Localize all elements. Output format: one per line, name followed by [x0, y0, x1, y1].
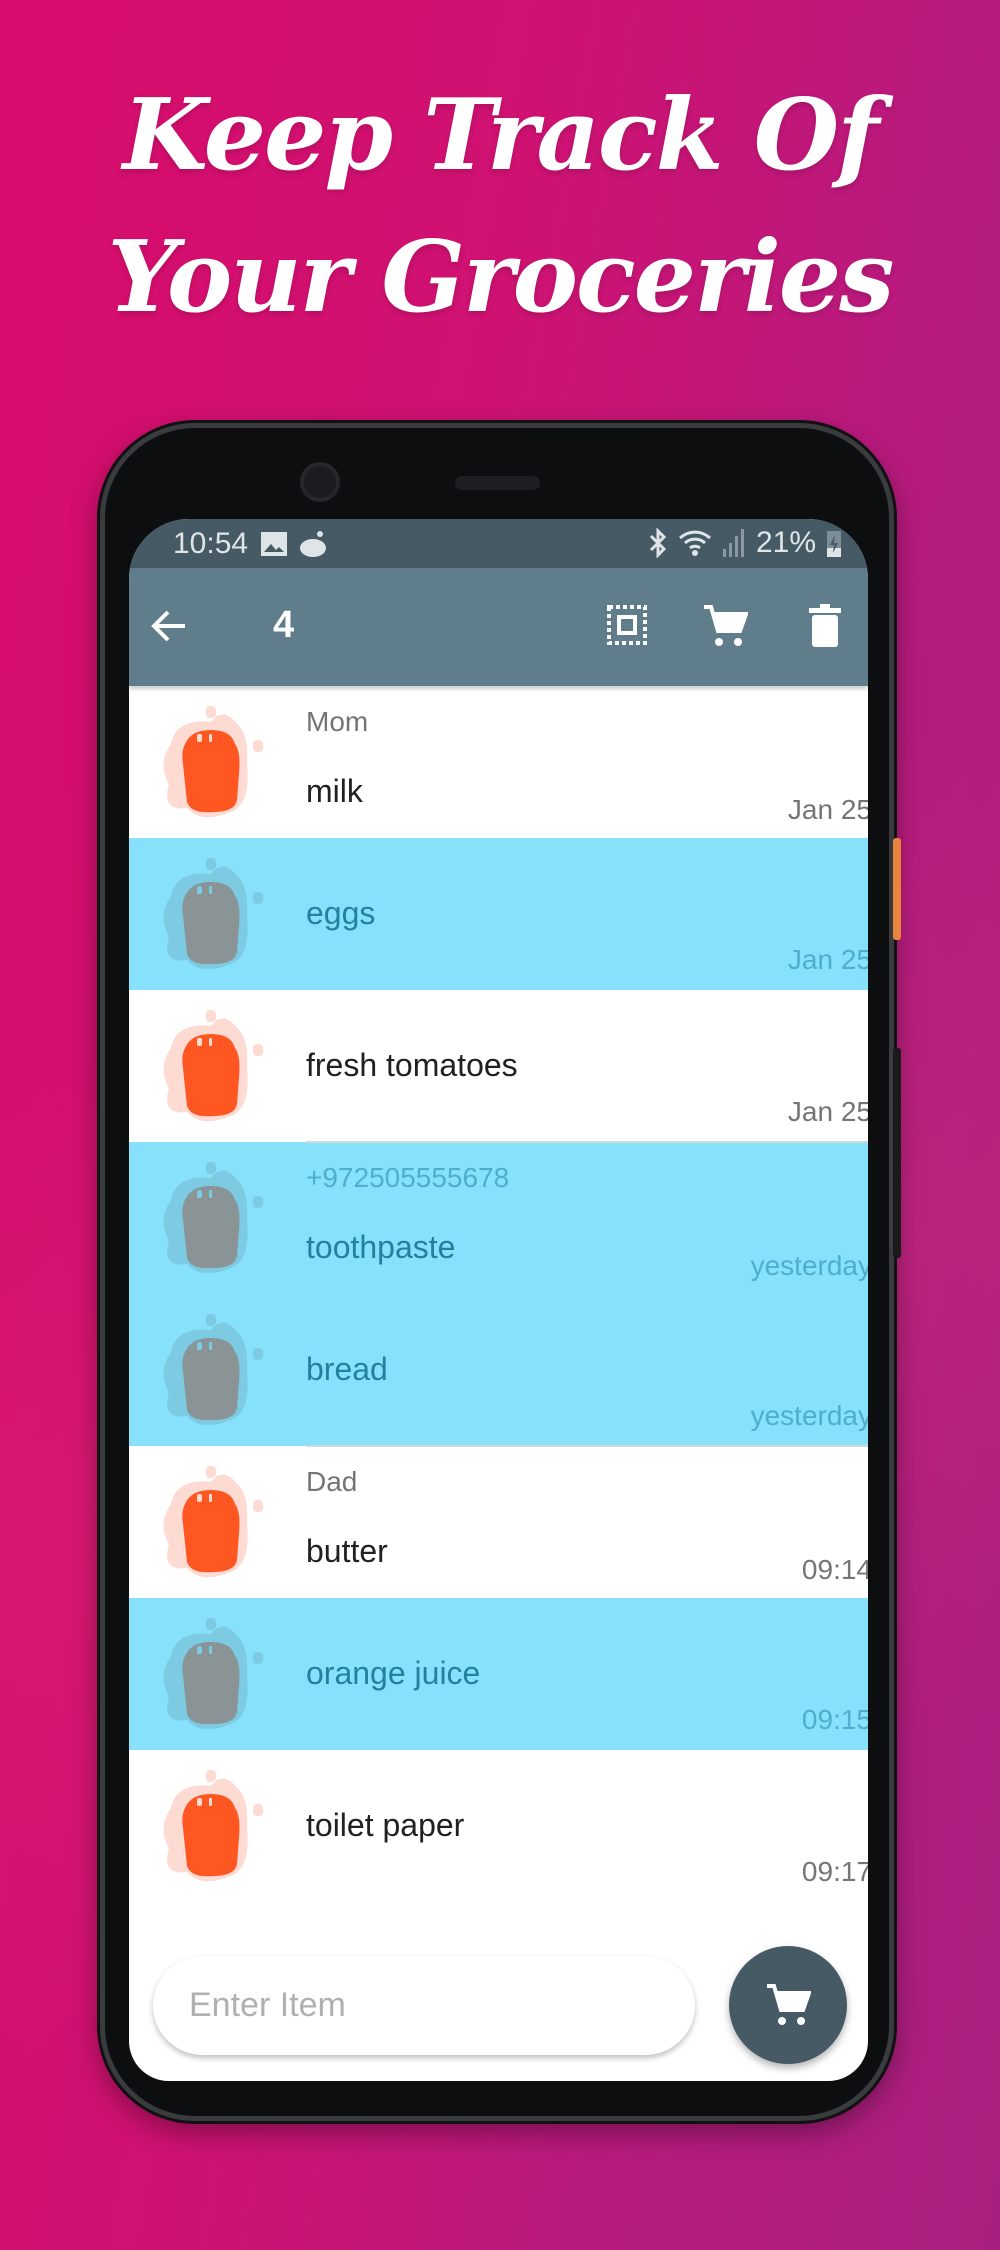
item-sender: Dad: [306, 1466, 358, 1497]
list-item[interactable]: +972505555678 toothpaste yesterday: [129, 1142, 868, 1294]
list-item[interactable]: Mom milk Jan 25: [129, 686, 868, 838]
item-name: toilet paper: [306, 1807, 465, 1843]
enter-item-placeholder: Enter Item: [189, 1986, 346, 2024]
status-bar: 10:54 21%: [129, 519, 868, 568]
list-item[interactable]: eggs Jan 25: [129, 838, 868, 990]
item-date: 09:17: [801, 1856, 868, 1887]
arrow-back-icon[interactable]: [149, 604, 189, 648]
item-date: 09:14: [801, 1554, 868, 1585]
item-name: fresh tomatoes: [306, 1047, 518, 1083]
list-item[interactable]: fresh tomatoes Jan 25: [129, 990, 868, 1142]
list-item[interactable]: orange juice 09:15: [129, 1598, 868, 1750]
jar-avatar-icon: [163, 1466, 263, 1578]
jar-avatar-icon: [163, 706, 263, 818]
item-sender: Mom: [306, 706, 369, 737]
reddit-icon: [300, 530, 327, 557]
item-sender: +972505555678: [306, 1162, 510, 1193]
list-item[interactable]: bread yesterday: [129, 1294, 868, 1446]
row-divider: [306, 1141, 868, 1143]
item-date: yesterday: [750, 1400, 868, 1431]
battery-charging-icon: [827, 531, 841, 557]
headline-line-2: Your Groceries: [107, 220, 895, 335]
item-name: butter: [306, 1533, 388, 1569]
battery-percent: 21%: [755, 526, 816, 559]
speaker-grille: [455, 476, 540, 490]
app-screen: 10:54 21% 4 Mom milk Jan 25 eggs Jan 25 …: [129, 519, 868, 2081]
wifi-icon: [678, 530, 711, 556]
front-camera: [300, 462, 340, 502]
item-name: eggs: [306, 895, 376, 931]
selection-toolbar: 4: [129, 568, 868, 686]
item-date: yesterday: [750, 1250, 868, 1281]
item-name: bread: [306, 1351, 388, 1387]
volume-button: [893, 1048, 901, 1258]
select-all-icon[interactable]: [606, 604, 648, 646]
jar-avatar-icon: [163, 1618, 263, 1730]
jar-avatar-icon: [163, 858, 263, 970]
list-item[interactable]: toilet paper 09:17: [129, 1750, 868, 1902]
image-icon: [261, 531, 288, 556]
item-name: toothpaste: [306, 1229, 456, 1265]
item-name: milk: [306, 773, 363, 809]
jar-avatar-icon: [163, 1314, 263, 1426]
enter-item-input[interactable]: Enter Item: [153, 1956, 695, 2055]
signal-icon: [722, 529, 744, 557]
add-cart-icon: [767, 1984, 811, 2025]
selected-count: 4: [273, 604, 295, 646]
item-name: orange juice: [306, 1655, 481, 1691]
trash-icon[interactable]: [809, 604, 841, 648]
cart-icon[interactable]: [702, 604, 748, 648]
item-date: Jan 25: [787, 794, 868, 825]
jar-avatar-icon: [163, 1010, 263, 1122]
jar-avatar-icon: [163, 1162, 263, 1274]
row-divider: [306, 1445, 868, 1447]
status-time: 10:54: [173, 526, 249, 560]
jar-avatar-icon: [163, 1770, 263, 1882]
list-item[interactable]: Dad butter 09:14: [129, 1446, 868, 1598]
power-button: [893, 838, 901, 940]
item-date: Jan 25: [787, 1096, 868, 1127]
headline-line-1: Keep Track Of: [122, 78, 880, 193]
item-date: 09:15: [801, 1704, 868, 1735]
bluetooth-icon: [649, 528, 667, 558]
item-date: Jan 25: [787, 944, 868, 975]
add-to-cart-button[interactable]: [729, 1946, 847, 2064]
